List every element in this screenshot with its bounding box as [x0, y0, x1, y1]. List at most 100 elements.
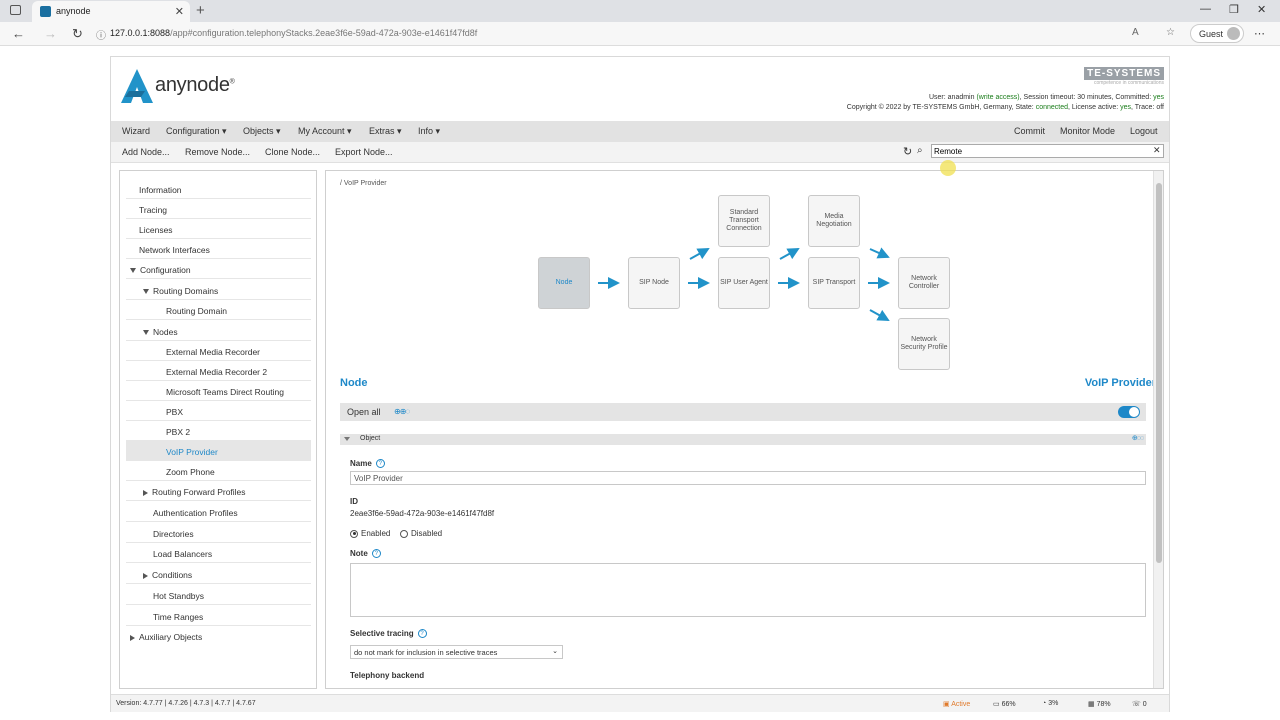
menu-my-account[interactable]: My Account ▾ — [298, 126, 352, 137]
sidebar-item-load-balancers[interactable]: Load Balancers — [126, 543, 311, 563]
more-menu-icon[interactable]: ⋯ — [1254, 27, 1265, 40]
menu-objects[interactable]: Objects ▾ — [243, 126, 281, 137]
id-value: 2eae3f6e-59ad-472a-903e-e1461f47fd8f — [350, 509, 495, 518]
note-textarea[interactable] — [350, 563, 1146, 617]
disk-usage: ▭ 66% — [993, 701, 1016, 708]
export-node-button[interactable]: Export Node... — [335, 147, 393, 157]
sidebar-item-node[interactable]: External Media Recorder 2 — [126, 361, 311, 381]
avatar — [1227, 27, 1240, 40]
collapsed-icon — [130, 634, 135, 641]
sidebar-item-network-interfaces[interactable]: Network Interfaces — [126, 239, 311, 259]
memory-usage: ▦ 78% — [1088, 701, 1111, 708]
state-info: Copyright © 2022 by TE-SYSTEMS GmbH, Ger… — [846, 104, 1164, 111]
logout-button[interactable]: Logout — [1130, 126, 1158, 136]
reset-search-icon[interactable]: ↻ — [903, 145, 912, 158]
node-toolbar: Add Node... Remove Node... Clone Node...… — [111, 142, 1169, 163]
disabled-radio[interactable]: Disabled — [400, 529, 442, 538]
help-icon[interactable]: ? — [417, 629, 427, 639]
tab-close-icon[interactable]: ✕ — [175, 5, 184, 18]
remove-node-button[interactable]: Remove Node... — [185, 147, 250, 157]
sidebar-item-authentication-profiles[interactable]: Authentication Profiles — [126, 502, 311, 522]
expand-icons[interactable]: ⊕⊕◌ — [394, 407, 410, 416]
browser-tab[interactable]: anynode ✕ — [32, 1, 190, 22]
enabled-radio[interactable]: Enabled — [350, 529, 390, 538]
sidebar-item-node[interactable]: PBX 2 — [126, 421, 311, 441]
sidebar-item-node[interactable]: External Media Recorder — [126, 341, 311, 361]
sidebar-item-licenses[interactable]: Licenses — [126, 219, 311, 239]
name-input[interactable]: VoIP Provider — [350, 471, 1146, 485]
version-info: Version: 4.7.77 | 4.7.26 | 4.7.3 | 4.7.7… — [116, 700, 256, 707]
section-action-icons[interactable]: ⊕◌◌ — [1132, 434, 1144, 442]
sidebar-item-directories[interactable]: Directories — [126, 523, 311, 543]
profile-button[interactable]: Guest — [1190, 24, 1244, 43]
menu-extras[interactable]: Extras ▾ — [369, 126, 402, 137]
window-menu-icon[interactable] — [10, 5, 21, 15]
chevron-down-icon: ⌄ — [552, 648, 558, 655]
selective-tracing-select[interactable]: do not mark for inclusion in selective t… — [350, 645, 563, 659]
id-label: ID — [350, 497, 358, 506]
object-section-header[interactable]: Object ⊕◌◌ — [340, 434, 1146, 445]
address-bar: ← → ↻ ⓘ 127.0.0.1:8088/app#configuration… — [0, 22, 1280, 46]
anynode-favicon-icon — [40, 6, 51, 17]
clear-search-icon[interactable]: ✕ — [1153, 145, 1161, 156]
url-field[interactable]: 127.0.0.1:8088/app#configuration.telepho… — [110, 28, 477, 38]
favorite-star-icon[interactable]: ☆ — [1166, 27, 1175, 38]
help-icon[interactable]: ? — [371, 549, 381, 559]
sidebar-item-node[interactable]: PBX — [126, 401, 311, 421]
commit-button[interactable]: Commit — [1014, 126, 1045, 136]
selective-tracing-label: Selective tracing? — [350, 629, 427, 639]
menu-configuration[interactable]: Configuration ▾ — [166, 126, 227, 137]
expanded-icon — [143, 289, 149, 295]
back-icon[interactable]: ← — [12, 26, 25, 41]
sidebar-item-hot-standbys[interactable]: Hot Standbys — [126, 585, 311, 605]
sidebar-item-routing-domains[interactable]: Routing Domains — [126, 280, 311, 300]
new-tab-icon[interactable]: + — [196, 2, 205, 19]
sidebar-item-tracing[interactable]: Tracing — [126, 199, 311, 219]
help-icon[interactable]: ? — [375, 459, 385, 469]
sidebar-item-information[interactable]: Information — [126, 179, 311, 199]
site-info-icon[interactable]: ⓘ — [96, 27, 106, 42]
clone-node-button[interactable]: Clone Node... — [265, 147, 320, 157]
sidebar-item-auxiliary-objects[interactable]: Auxiliary Objects — [126, 626, 311, 646]
radio-on-icon — [350, 529, 358, 538]
node-stack-diagram: Node SIP Node Standard Transport Connect… — [326, 191, 1156, 371]
restore-icon[interactable]: ❐ — [1229, 3, 1239, 16]
menu-wizard[interactable]: Wizard — [122, 126, 150, 136]
note-label: Note? — [350, 549, 381, 559]
monitor-mode-button[interactable]: Monitor Mode — [1060, 126, 1115, 136]
sidebar-item-nodes[interactable]: Nodes — [126, 321, 311, 341]
cpu-usage: ◔ 3% — [1042, 700, 1059, 707]
breadcrumb: / VoIP Provider — [340, 180, 387, 187]
sidebar-item-configuration[interactable]: Configuration — [126, 259, 311, 279]
collapse-icon — [344, 437, 350, 441]
minimize-icon[interactable]: — — [1200, 3, 1211, 15]
sidebar-item-time-ranges[interactable]: Time Ranges — [126, 606, 311, 626]
name-label: Name? — [350, 459, 385, 469]
window-close-icon[interactable]: ✕ — [1257, 3, 1266, 16]
menu-info[interactable]: Info ▾ — [418, 126, 440, 137]
content-scrollbar[interactable] — [1153, 171, 1163, 688]
sidebar-item-node[interactable]: Microsoft Teams Direct Routing — [126, 381, 311, 401]
sidebar-item-conditions[interactable]: Conditions — [126, 564, 311, 584]
reload-icon[interactable]: ↻ — [72, 26, 83, 42]
add-node-button[interactable]: Add Node... — [122, 147, 170, 157]
sidebar-item-routing-forward-profiles[interactable]: Routing Forward Profiles — [126, 481, 311, 501]
forward-icon[interactable]: → — [44, 26, 57, 41]
collapsed-icon — [143, 489, 148, 496]
mode-toggle[interactable] — [1118, 406, 1140, 418]
sidebar-item-routing-domain[interactable]: Routing Domain — [126, 300, 311, 320]
expanded-icon — [143, 330, 149, 336]
sidebar-item-node[interactable]: Zoom Phone — [126, 461, 311, 481]
radio-off-icon — [400, 529, 408, 538]
sidebar-item-node-selected[interactable]: VoIP Provider — [126, 441, 311, 461]
vendor-tagline: competence in communications — [1093, 80, 1164, 86]
browser-tab-strip: anynode ✕ + — ❐ ✕ — [0, 0, 1280, 22]
open-all-button[interactable]: Open all — [347, 407, 381, 417]
search-icon: ⌕ — [917, 145, 923, 156]
read-aloud-icon[interactable]: A — [1132, 27, 1139, 38]
object-title: VoIP Provider — [1084, 377, 1156, 389]
search-input[interactable] — [931, 144, 1164, 158]
diagram-arrows — [598, 247, 890, 321]
cursor-highlight — [940, 160, 956, 176]
anynode-app: anynode® TE-SYSTEMS competence in commun… — [110, 56, 1170, 712]
